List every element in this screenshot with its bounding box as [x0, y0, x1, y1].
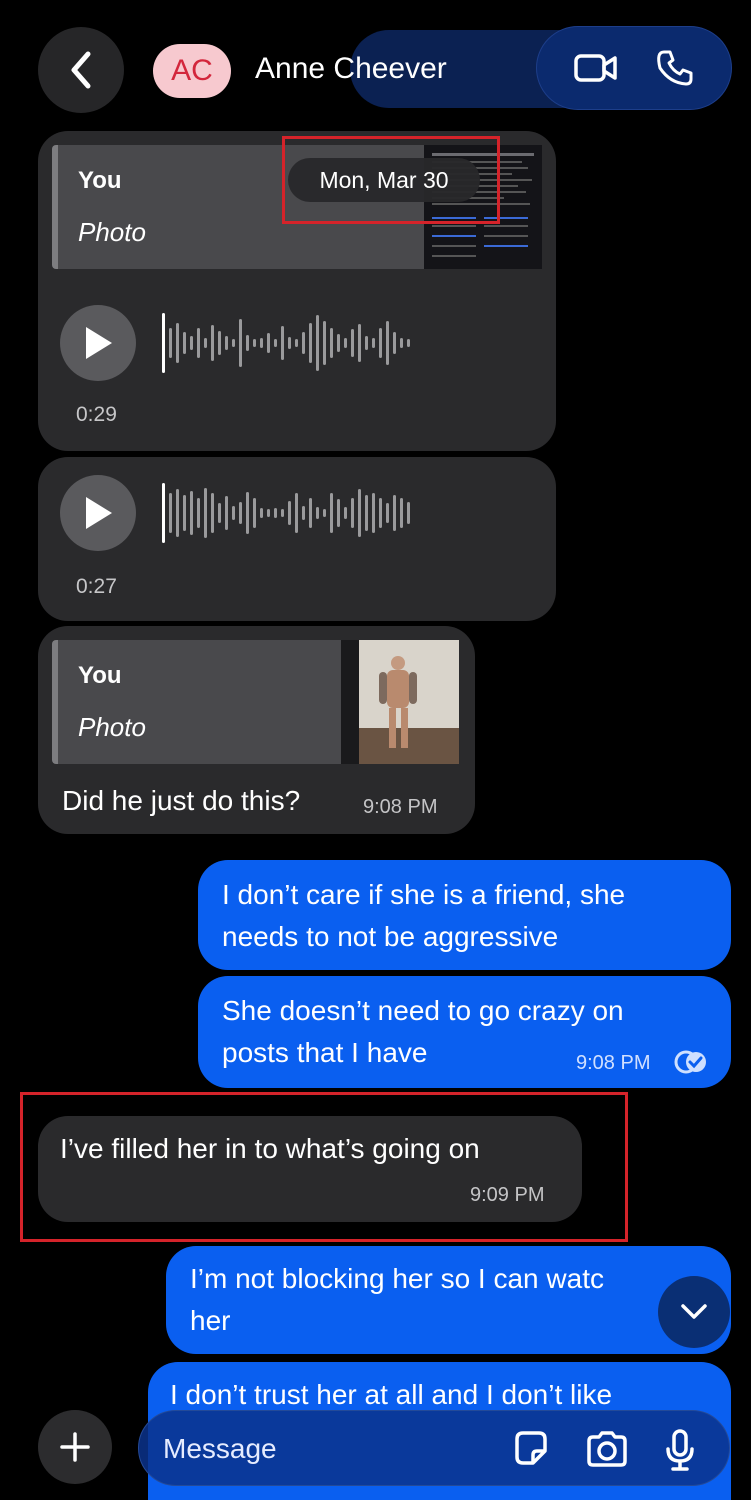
contact-name[interactable]: Anne Cheever — [255, 52, 447, 86]
message-composer — [138, 1410, 730, 1486]
voice-call-button[interactable] — [655, 48, 695, 88]
voice-record-button[interactable] — [665, 1429, 695, 1471]
message-text-line: I don’t care if she is a friend, she — [222, 879, 626, 910]
plus-icon — [60, 1432, 90, 1462]
outgoing-message[interactable]: I don’t care if she is a friend, she nee… — [198, 860, 731, 970]
call-actions — [536, 26, 732, 110]
microphone-icon — [666, 1429, 694, 1471]
message-text-line: her — [190, 1305, 231, 1336]
scroll-to-bottom-button[interactable] — [658, 1276, 730, 1348]
chevron-down-icon — [681, 1304, 707, 1319]
avatar[interactable]: AC — [153, 44, 231, 98]
incoming-message[interactable]: You Photo Did he just do this? 9:08 PM — [38, 626, 475, 834]
video-call-button[interactable] — [573, 52, 619, 84]
outgoing-message[interactable]: I’m not blocking her so I can watc her — [166, 1246, 731, 1354]
message-text-line: I’m not blocking her so I can watc — [190, 1263, 604, 1294]
reply-type: Photo — [78, 712, 146, 742]
reply-preview[interactable]: You Photo — [52, 640, 459, 764]
outgoing-message[interactable]: She doesn’t need to go crazy on posts th… — [198, 976, 731, 1088]
message-time: 9:09 PM — [470, 1184, 545, 1206]
add-attachment-button[interactable] — [38, 1410, 112, 1484]
sticker-button[interactable] — [511, 1429, 551, 1469]
play-button[interactable] — [60, 305, 136, 381]
photo-thumbnail[interactable] — [341, 640, 459, 764]
camera-button[interactable] — [585, 1429, 629, 1469]
reply-author: You — [78, 662, 122, 689]
message-input[interactable] — [163, 1429, 493, 1469]
sticker-icon — [515, 1431, 547, 1465]
voice-duration: 0:27 — [76, 575, 117, 598]
incoming-voice-message[interactable]: 0:27 — [38, 457, 556, 621]
message-time: 9:08 PM — [363, 796, 438, 818]
reply-type: Photo — [78, 217, 146, 247]
phone-icon — [657, 50, 693, 86]
annotation-box — [282, 136, 500, 224]
message-text-line: She doesn’t need to go crazy on — [222, 995, 624, 1026]
message-text-line: needs to not be aggressive — [222, 921, 559, 952]
chevron-left-icon — [71, 51, 91, 89]
play-icon — [86, 497, 112, 529]
audio-waveform[interactable] — [162, 311, 410, 375]
camera-icon — [587, 1431, 627, 1467]
message-text-line: posts that I have — [222, 1037, 428, 1068]
read-receipt-icon — [674, 1050, 708, 1079]
voice-duration: 0:29 — [76, 403, 117, 426]
message-time: 9:08 PM — [576, 1052, 651, 1074]
play-button[interactable] — [60, 475, 136, 551]
back-button[interactable] — [38, 27, 124, 113]
play-icon — [86, 327, 112, 359]
reply-author: You — [78, 167, 122, 194]
incoming-message[interactable]: I’ve filled her in to what’s going on 9:… — [38, 1116, 582, 1222]
audio-waveform[interactable] — [162, 481, 410, 545]
message-text: Did he just do this? — [62, 785, 301, 816]
message-text: I’ve filled her in to what’s going on — [60, 1133, 480, 1164]
video-camera-icon — [574, 54, 617, 82]
